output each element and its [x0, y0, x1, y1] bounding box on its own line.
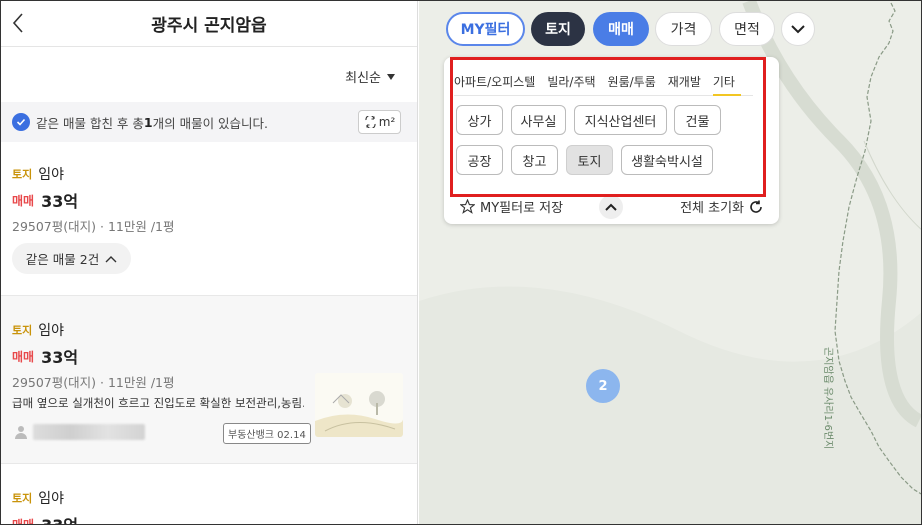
property-type: 임야 [38, 167, 65, 183]
check-circle-icon [12, 113, 30, 131]
reset-label: 전체 초기화 [680, 201, 744, 216]
tab-oneroom[interactable]: 원룸/투룸 [608, 73, 662, 95]
detail: 29507평(대지) · 11만원 /1평 [12, 219, 175, 234]
price: 33억 [41, 512, 78, 524]
deal-tag: 매매 [12, 517, 35, 525]
agent-name-blurred [33, 424, 145, 440]
type-filter-panel: 아파트/오피스텔 빌라/주택 원룸/투룸 재개발 기타 상가 사무실 지식산업센… [444, 57, 779, 224]
chip-store[interactable]: 상가 [456, 105, 503, 135]
caret-down-icon [387, 73, 395, 80]
notice-prefix: 같은 매물 합친 후 총 [36, 115, 144, 131]
price-filter-button[interactable]: 가격 [655, 12, 712, 46]
map-cluster-marker[interactable]: 2 [586, 369, 620, 403]
reset-all-button[interactable]: 전체 초기화 [680, 197, 763, 216]
save-my-filter-button[interactable]: MY필터로 저장 [460, 197, 563, 216]
listing-thumbnail[interactable] [315, 373, 403, 437]
property-type: 임야 [38, 323, 65, 339]
list-item[interactable]: 토지 임야 매매 33억 29507평(대지) · 11만원 /1평 같은 매물 2… [1, 142, 417, 296]
collapse-panel-button[interactable] [599, 195, 623, 219]
notice-suffix: 개의 매물이 있습니다. [152, 115, 269, 131]
price: 33억 [41, 348, 79, 367]
my-filter-button[interactable]: MY필터 [446, 12, 525, 46]
sort-label: 최신순 [345, 71, 381, 86]
chevron-up-icon [105, 255, 117, 262]
source-badge: 부동산뱅크 02.14 [223, 423, 311, 444]
map-road-label: 곤지암읍 유사리1-6번지 [822, 347, 833, 450]
land-filter-button[interactable]: 토지 [531, 12, 585, 46]
notice-count: 1 [143, 114, 153, 130]
sort-bar: 최신순 [1, 47, 417, 102]
header: 광주시 곤지암읍 [1, 1, 417, 47]
refresh-icon [750, 200, 762, 213]
area-filter-button[interactable]: 면적 [719, 12, 775, 46]
list-item[interactable]: 토지 임야 매매 33억 [1, 464, 417, 525]
sort-dropdown[interactable]: 최신순 [345, 67, 395, 86]
chip-factory[interactable]: 공장 [456, 145, 503, 175]
deal-tag: 매매 [12, 193, 35, 208]
type-tag: 토지 [12, 492, 33, 505]
chip-lodging[interactable]: 생활숙박시설 [621, 145, 713, 175]
same-listings-label: 같은 매물 2건 [25, 252, 100, 267]
tab-apartment[interactable]: 아파트/오피스텔 [454, 73, 541, 95]
merge-notice: 같은 매물 합친 후 총 1 개의 매물이 있습니다. m² [1, 102, 417, 142]
price: 33억 [41, 192, 79, 211]
chip-knowledge-center[interactable]: 지식산업센터 [574, 105, 667, 135]
deal-tag: 매매 [12, 349, 35, 364]
chip-building[interactable]: 건물 [674, 105, 721, 135]
user-icon [15, 426, 27, 439]
star-icon [460, 199, 475, 214]
map-view[interactable]: MY필터 토지 매매 가격 면적 아파트/오피스텔 빌라/주택 원룸/투룸 재개… [419, 1, 921, 524]
description: 급매 옆으로 실개천이 흐르고 진입도로 확실한 보전관리,농림... [12, 396, 304, 410]
agent-info [15, 424, 145, 440]
detail: 29507평(대지) · 11만원 /1평 [12, 375, 175, 390]
swap-icon [365, 116, 376, 128]
type-tabs: 아파트/오피스텔 빌라/주택 원룸/투룸 재개발 기타 [454, 73, 753, 96]
listing-panel: 광주시 곤지암읍 최신순 같은 매물 합친 후 총 1 개의 매물이 있습니다. … [1, 1, 418, 525]
chip-warehouse[interactable]: 창고 [511, 145, 558, 175]
property-type: 임야 [38, 491, 65, 507]
chevron-up-icon [605, 203, 617, 211]
tab-villa[interactable]: 빌라/주택 [547, 73, 601, 95]
app-frame: 광주시 곤지암읍 최신순 같은 매물 합친 후 총 1 개의 매물이 있습니다. … [0, 0, 922, 525]
chevron-down-icon [791, 24, 805, 33]
sale-filter-button[interactable]: 매매 [593, 12, 649, 46]
more-filters-button[interactable] [781, 12, 815, 46]
list-item[interactable]: 토지 임야 매매 33억 29507평(대지) · 11만원 /1평 급매 옆으로 … [1, 296, 417, 464]
chip-land[interactable]: 토지 [566, 145, 613, 175]
same-listings-button[interactable]: 같은 매물 2건 [12, 243, 131, 274]
panel-footer: MY필터로 저장 전체 초기화 [444, 191, 779, 223]
type-tag: 토지 [12, 168, 33, 181]
type-tag: 토지 [12, 324, 33, 337]
chip-office[interactable]: 사무실 [511, 105, 566, 135]
page-title: 광주시 곤지암읍 [151, 16, 267, 36]
tab-etc[interactable]: 기타 [712, 73, 741, 96]
unit-label: m² [378, 115, 396, 129]
unit-toggle-button[interactable]: m² [358, 110, 401, 134]
save-label: MY필터로 저장 [480, 201, 564, 216]
tab-redevelopment[interactable]: 재개발 [668, 73, 707, 95]
